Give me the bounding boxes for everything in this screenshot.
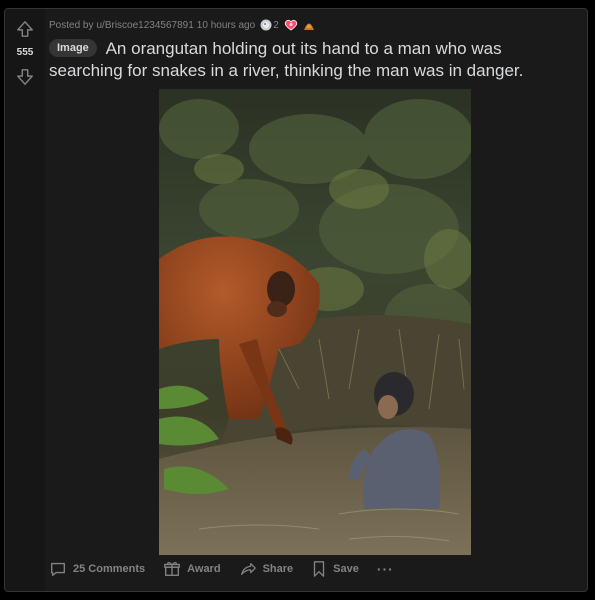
post-meta: Posted by u/Briscoe1234567891 10 hours a… [49, 17, 579, 33]
posted-by-label: Posted by [49, 19, 94, 31]
award-count: 2 [273, 19, 279, 31]
more-options-icon[interactable]: ··· [377, 561, 394, 577]
author-link[interactable]: u/Briscoe1234567891 [96, 20, 193, 31]
gold-pile-award-icon[interactable] [303, 19, 315, 31]
post-card[interactable]: 555 Posted by u/Briscoe1234567891 10 hou… [4, 8, 588, 592]
upvote-icon[interactable] [13, 17, 37, 41]
award-label: Award [187, 563, 221, 575]
comments-label: 25 Comments [73, 563, 146, 575]
comment-icon [51, 562, 65, 576]
save-button[interactable]: Save [311, 560, 359, 578]
wholesome-award-icon[interactable] [284, 19, 298, 31]
share-button[interactable]: Share [239, 560, 294, 578]
vote-rail: 555 [5, 9, 45, 591]
comments-button[interactable]: 25 Comments [49, 560, 145, 578]
post-title-row[interactable]: Image An orangutan holding out its hand … [49, 38, 579, 82]
save-label: Save [333, 563, 359, 575]
post-time[interactable]: 10 hours ago [197, 20, 255, 31]
share-label: Share [262, 563, 294, 575]
share-icon [240, 562, 256, 576]
downvote-icon[interactable] [13, 65, 37, 89]
post-actions: 25 Comments Award Share Save ··· [49, 557, 394, 581]
post-flair[interactable]: Image [49, 39, 97, 57]
silver-award-icon[interactable]: 2 [260, 19, 279, 31]
post-title[interactable]: An orangutan holding out its hand to a m… [49, 39, 523, 80]
post-image[interactable] [159, 89, 471, 555]
gift-icon [164, 561, 181, 576]
post-content: Posted by u/Briscoe1234567891 10 hours a… [49, 17, 579, 82]
vote-score: 555 [16, 47, 34, 58]
orangutan-photo [159, 89, 471, 555]
award-button[interactable]: Award [163, 560, 221, 578]
bookmark-icon [313, 561, 325, 577]
